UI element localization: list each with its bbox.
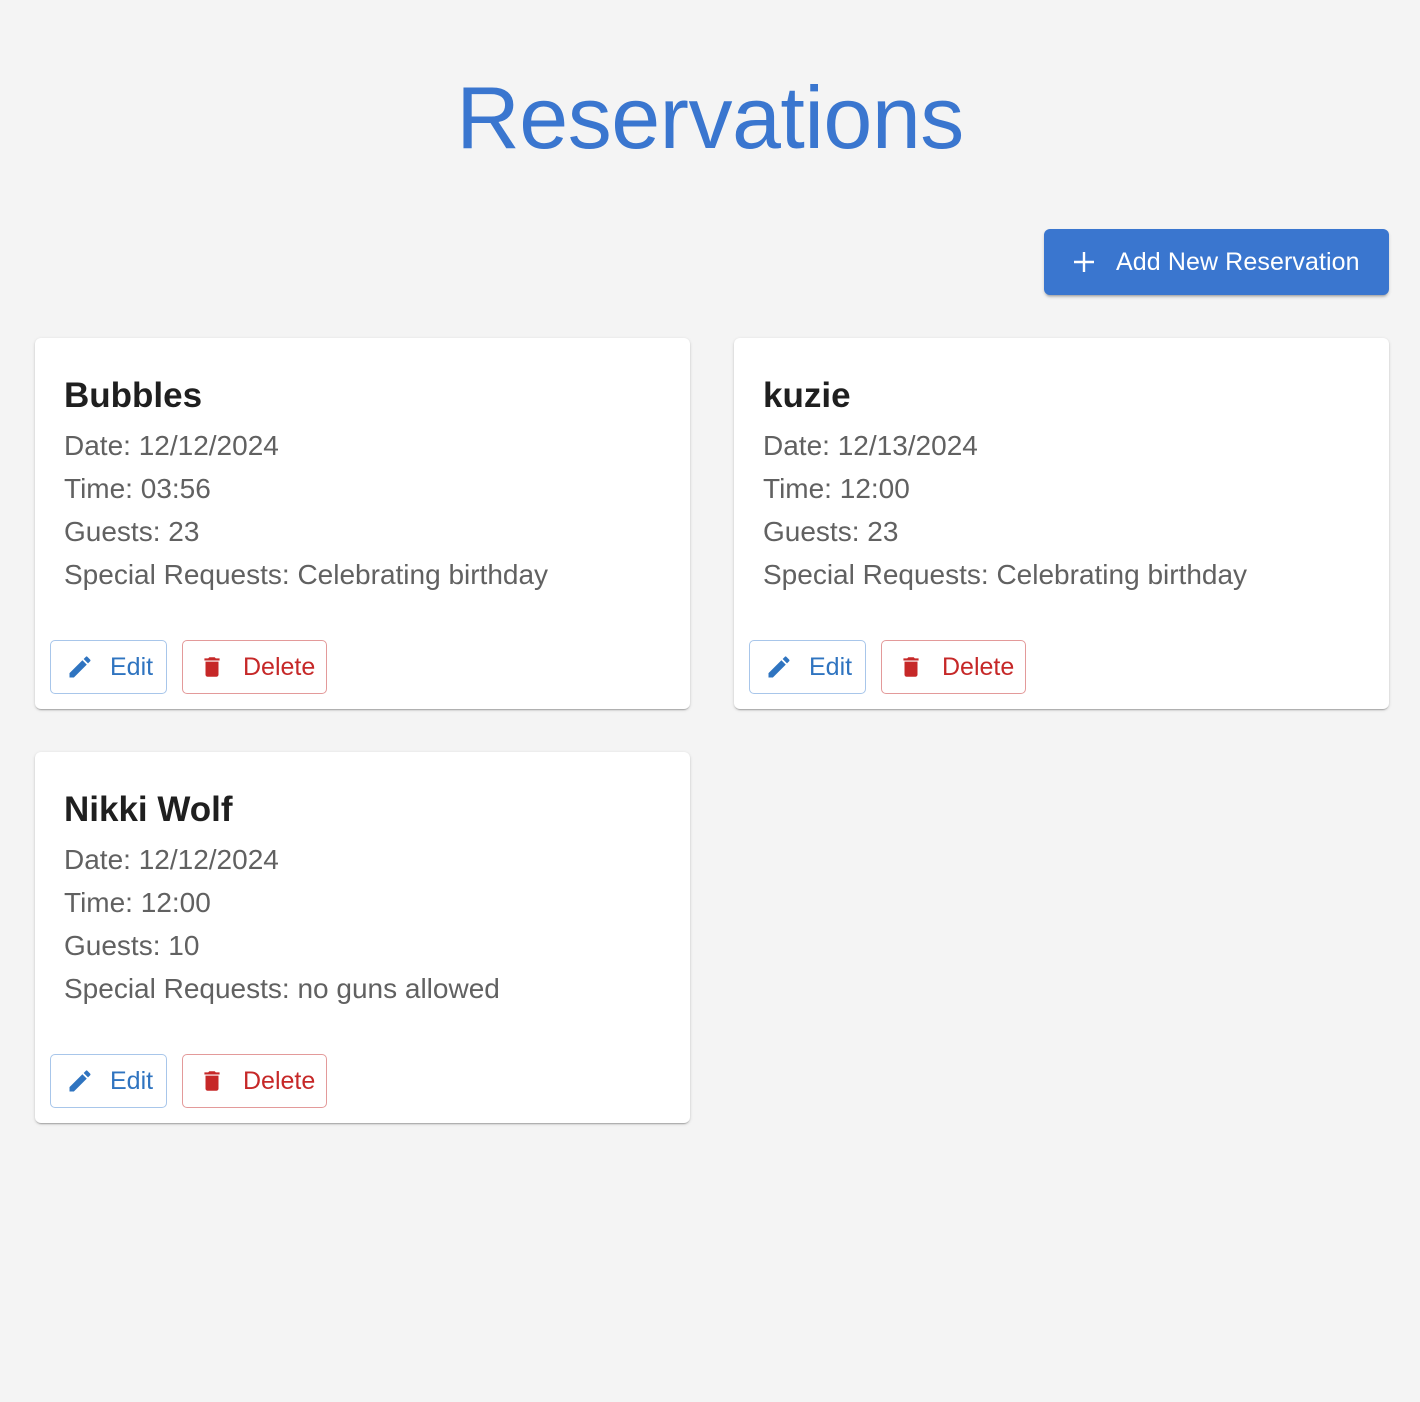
edit-button[interactable]: Edit <box>749 640 866 694</box>
reservation-special-requests: Special Requests: no guns allowed <box>64 973 500 1004</box>
trash-icon <box>204 1071 220 1091</box>
delete-label: Delete <box>243 652 316 681</box>
edit-label: Edit <box>110 1066 154 1095</box>
reservation-card: kuzie Date: 12/13/2024 Time: 12:00 Guest… <box>734 338 1389 709</box>
reservation-time: Time: 12:00 <box>763 473 910 504</box>
add-reservation-label: Add New Reservation <box>1116 247 1360 276</box>
delete-button[interactable]: Delete <box>881 640 1026 694</box>
reservation-special-requests: Special Requests: Celebrating birthday <box>64 559 549 590</box>
delete-button[interactable]: Delete <box>182 640 327 694</box>
reservation-guests: Guests: 23 <box>763 516 899 547</box>
reservation-guests: Guests: 23 <box>64 516 200 547</box>
reservation-guests: Guests: 10 <box>64 930 200 961</box>
reservation-card: Nikki Wolf Date: 12/12/2024 Time: 12:00 … <box>35 752 690 1123</box>
reservation-date: Date: 12/12/2024 <box>64 430 279 461</box>
reservation-date: Date: 12/12/2024 <box>64 844 279 875</box>
add-reservation-button[interactable]: Add New Reservation <box>1044 229 1389 295</box>
plus-icon <box>1074 252 1094 272</box>
edit-button[interactable]: Edit <box>50 1054 167 1108</box>
pencil-icon <box>69 656 91 678</box>
reservation-special-requests: Special Requests: Celebrating birthday <box>763 559 1248 590</box>
reservation-time: Time: 12:00 <box>64 887 211 918</box>
delete-button[interactable]: Delete <box>182 1054 327 1108</box>
reservation-time: Time: 03:56 <box>64 473 211 504</box>
delete-label: Delete <box>942 652 1015 681</box>
edit-label: Edit <box>110 652 154 681</box>
reservation-date: Date: 12/13/2024 <box>763 430 978 461</box>
reservation-name: Nikki Wolf <box>64 790 233 829</box>
edit-label: Edit <box>809 652 853 681</box>
page-title: Reservations <box>456 68 964 167</box>
trash-icon <box>903 657 919 677</box>
reservation-card: Bubbles Date: 12/12/2024 Time: 03:56 Gue… <box>35 338 690 709</box>
trash-icon <box>204 657 220 677</box>
delete-label: Delete <box>243 1066 316 1095</box>
pencil-icon <box>69 1070 91 1092</box>
reservation-name: Bubbles <box>64 376 203 415</box>
reservation-name: kuzie <box>763 376 851 415</box>
pencil-icon <box>768 656 790 678</box>
edit-button[interactable]: Edit <box>50 640 167 694</box>
